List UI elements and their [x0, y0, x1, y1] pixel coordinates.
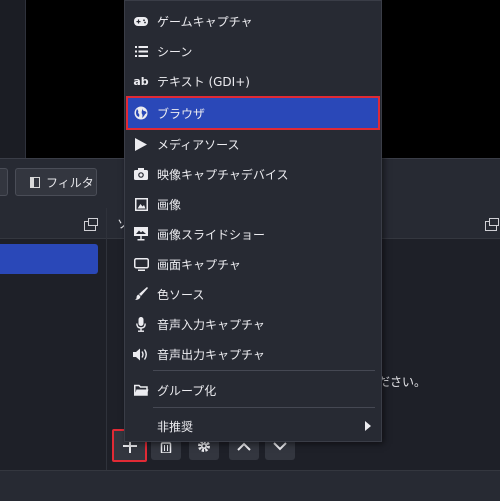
folder-icon [133, 382, 149, 398]
scenes-dock-header [0, 208, 106, 239]
chevron-up-icon [237, 442, 251, 451]
menu-item-label: 画像 [157, 197, 182, 212]
slideshow-icon [133, 226, 149, 242]
menu-item-image-slideshow[interactable]: 画像スライドショー [126, 219, 380, 249]
menu-item-label: ブラウザ [157, 106, 206, 121]
filter-icon [30, 176, 40, 188]
menu-item-label: テキスト (GDI+) [157, 74, 250, 89]
menu-item-label: 画面キャプチャ [157, 257, 241, 272]
menu-item-display-capture[interactable]: 画面キャプチャ [126, 249, 380, 279]
dock-float-icon[interactable] [485, 218, 499, 231]
menu-item-label: メディアソース [157, 137, 240, 152]
toolbar-button-partial[interactable] [0, 168, 8, 196]
left-panel [0, 0, 25, 158]
speaker-icon [133, 346, 149, 362]
submenu-arrow-icon [365, 421, 371, 431]
image-icon [133, 196, 149, 212]
filters-button-label: フィルタ [46, 175, 94, 190]
menu-item-deprecated[interactable]: 非推奨 [126, 411, 380, 441]
monitor-icon [133, 256, 149, 272]
menu-item-image[interactable]: 画像 [126, 189, 380, 219]
menu-item-label: シーン [157, 44, 193, 59]
globe-icon [133, 105, 149, 121]
menu-item-label: 音声出力キャプチャ [157, 347, 265, 362]
text-ab-icon: ab [133, 74, 149, 88]
camera-icon [133, 166, 149, 182]
microphone-icon [133, 316, 149, 332]
gamepad-icon [133, 13, 149, 29]
menu-separator [153, 370, 375, 371]
play-icon [133, 136, 149, 152]
menu-item-label: グループ化 [157, 383, 217, 398]
menu-item-audio-output-capture[interactable]: 音声出力キャプチャ [126, 339, 380, 369]
menu-item-audio-input-capture[interactable]: 音声入力キャプチャ [126, 309, 380, 339]
menu-item-game-capture[interactable]: ゲームキャプチャ [126, 6, 380, 36]
menu-item-scene[interactable]: シーン [126, 36, 380, 66]
menu-item-label: ゲームキャプチャ [157, 14, 253, 29]
chevron-down-icon [273, 441, 287, 450]
add-source-menu: ゲームキャプチャ シーン ab テキスト (GDI+) ブラウザ メディアソース… [124, 0, 382, 442]
sources-empty-hint: ださい。 [378, 375, 427, 389]
menu-item-browser[interactable]: ブラウザ [126, 96, 380, 130]
menu-item-color-source[interactable]: 色ソース [126, 279, 380, 309]
menu-item-video-capture-device[interactable]: 映像キャプチャデバイス [126, 159, 380, 189]
filters-button[interactable]: フィルタ [15, 168, 97, 196]
scene-list-item-selected[interactable] [0, 244, 98, 274]
menu-item-label: 非推奨 [157, 419, 194, 434]
list-icon [133, 43, 149, 59]
menu-item-label: 映像キャプチャデバイス [157, 167, 289, 182]
menu-item-label: 音声入力キャプチャ [157, 317, 265, 332]
menu-separator [153, 407, 375, 408]
dock-float-icon[interactable] [84, 218, 98, 231]
menu-item-text-gdi[interactable]: ab テキスト (GDI+) [126, 66, 380, 96]
menu-item-label: 色ソース [157, 287, 205, 302]
brush-icon [133, 286, 149, 302]
menu-item-media-source[interactable]: メディアソース [126, 129, 380, 159]
status-bar [0, 470, 500, 501]
menu-item-label: 画像スライドショー [157, 227, 266, 242]
menu-item-group[interactable]: グループ化 [126, 375, 380, 405]
